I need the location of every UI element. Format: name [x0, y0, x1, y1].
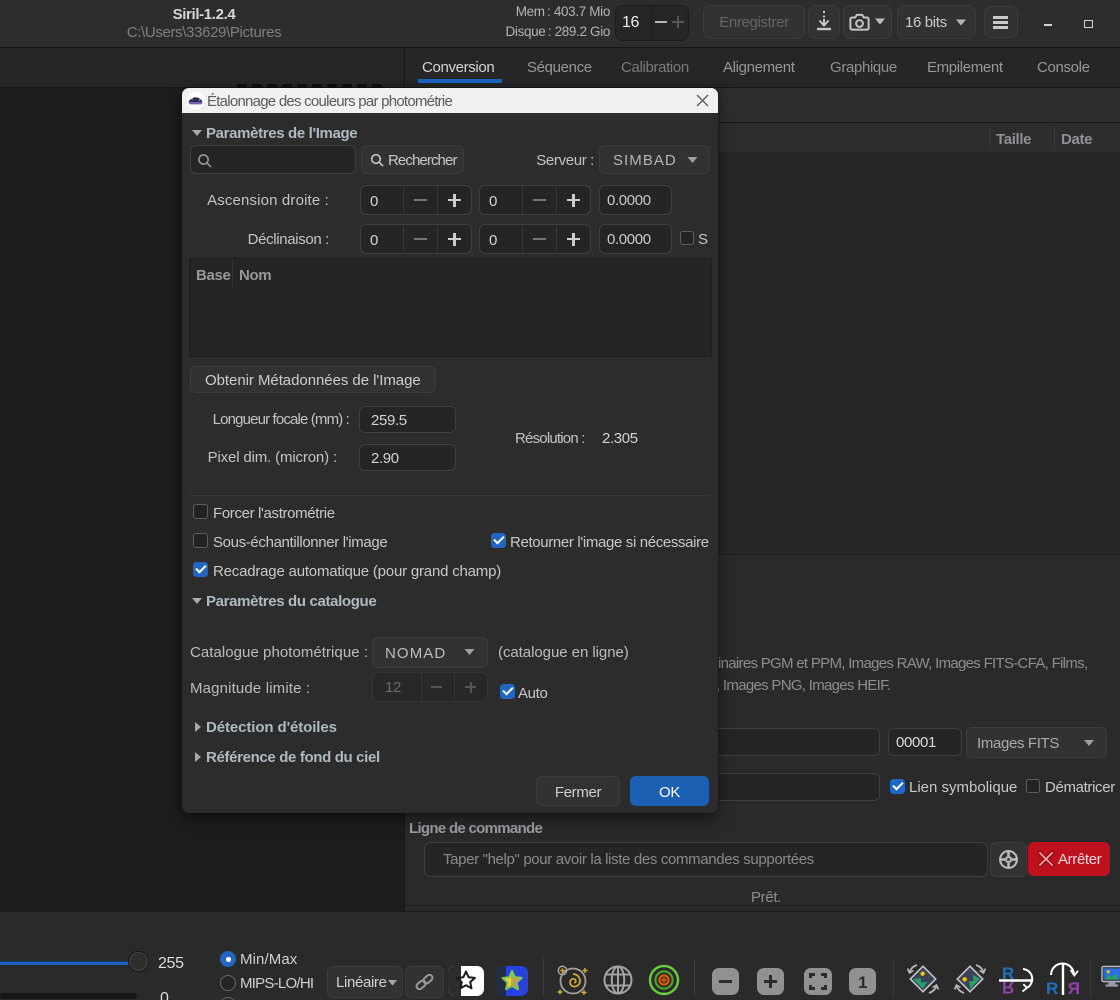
svg-text:R: R — [1046, 979, 1058, 997]
svg-text:R: R — [1068, 979, 1080, 997]
